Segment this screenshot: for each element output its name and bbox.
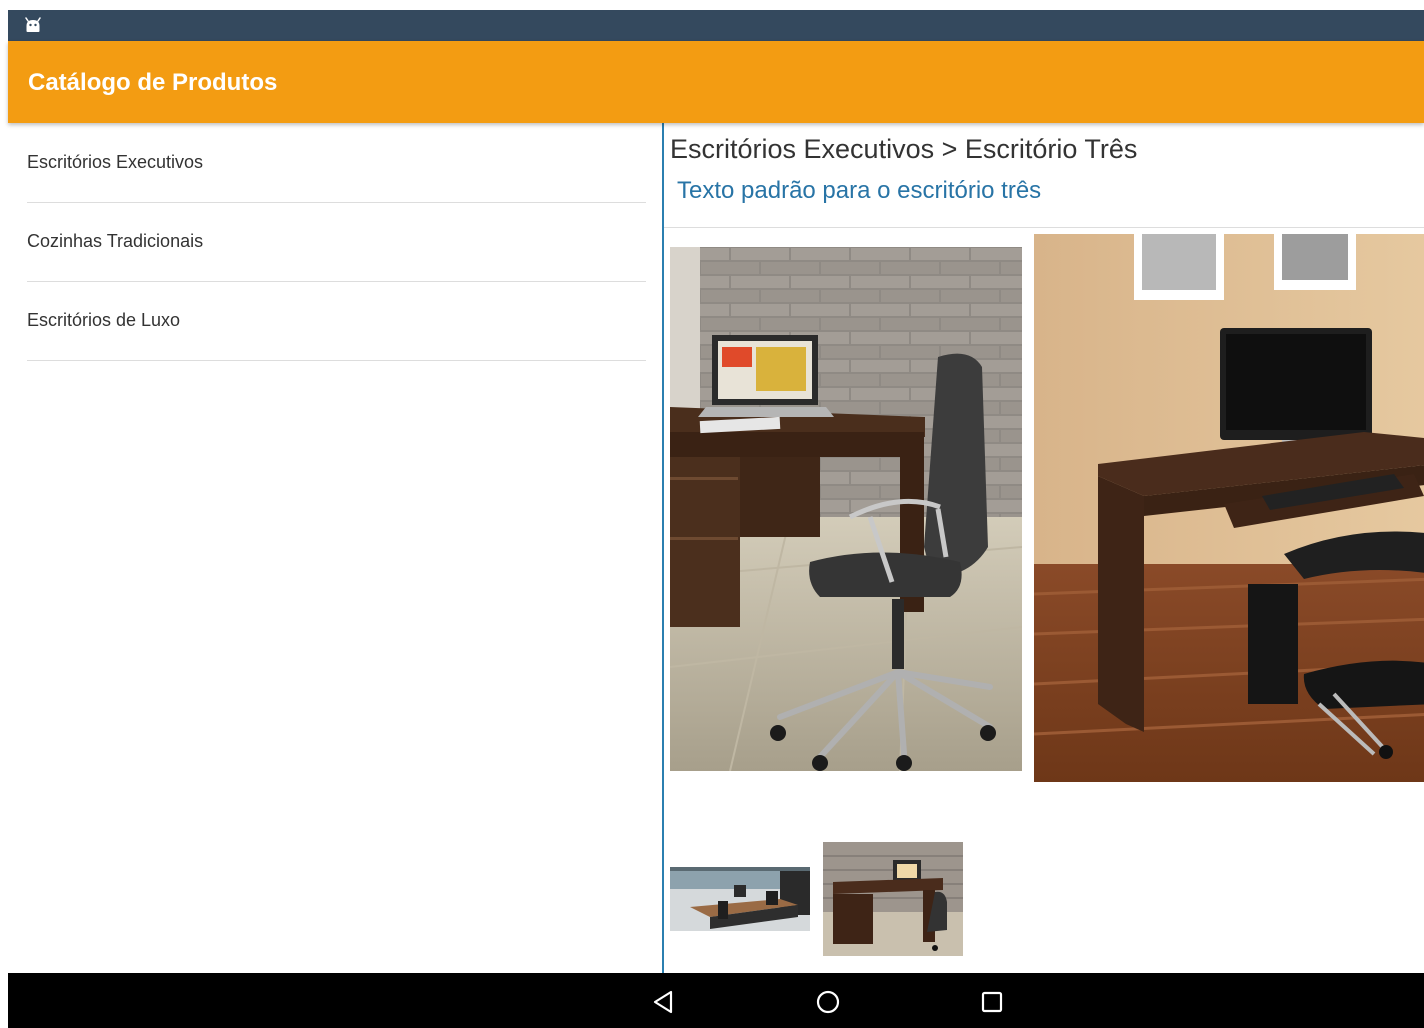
executive-office-thumbnail[interactable] bbox=[670, 867, 810, 931]
office-desk-photo[interactable] bbox=[1034, 234, 1424, 782]
menu-item-cozinhas-tradicionais[interactable]: Cozinhas Tradicionais bbox=[27, 202, 646, 282]
app-title: Catálogo de Produtos bbox=[28, 69, 278, 96]
product-detail: Escritórios Executivos > Escritório Três… bbox=[664, 123, 1424, 973]
home-icon[interactable] bbox=[814, 988, 842, 1016]
status-bar bbox=[8, 10, 1424, 41]
screen-frame-left bbox=[0, 0, 8, 1028]
app-bar: Catálogo de Produtos bbox=[8, 41, 1424, 123]
menu-item-label: Escritórios Executivos bbox=[27, 152, 204, 172]
breadcrumb: Escritórios Executivos > Escritório Três bbox=[670, 134, 1138, 164]
screen-frame-top bbox=[0, 0, 1424, 10]
office-desk-thumbnail[interactable] bbox=[823, 842, 963, 956]
product-description: Texto padrão para o escritório três bbox=[677, 177, 1042, 204]
menu-item-escritorios-de-luxo[interactable]: Escritórios de Luxo bbox=[27, 281, 646, 361]
recents-icon[interactable] bbox=[978, 988, 1006, 1016]
navigation-bar bbox=[8, 973, 1424, 1028]
office-chair-photo[interactable] bbox=[670, 247, 1022, 771]
back-icon[interactable] bbox=[650, 988, 678, 1016]
menu-item-label: Cozinhas Tradicionais bbox=[27, 231, 204, 251]
menu-item-escritorios-executivos[interactable]: Escritórios Executivos bbox=[27, 123, 646, 203]
header-divider bbox=[664, 227, 1424, 228]
menu-item-label: Escritórios de Luxo bbox=[27, 310, 181, 330]
android-debug-icon bbox=[25, 17, 41, 32]
category-menu: Escritórios Executivos Cozinhas Tradicio… bbox=[8, 123, 662, 973]
